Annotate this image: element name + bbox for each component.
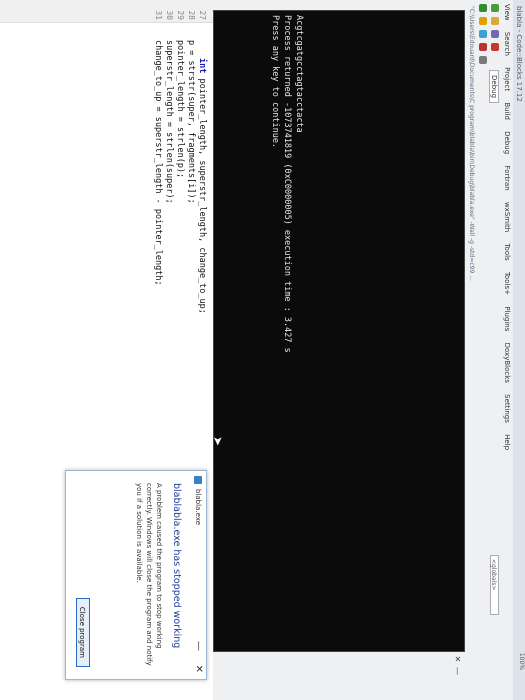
dialog-minimize-icon[interactable]: — (191, 641, 205, 651)
globals-select[interactable]: <globals> (490, 555, 499, 615)
console-window[interactable]: Acgtcgatgcctagtacctacta Process returned… (213, 10, 465, 675)
abort-icon[interactable] (479, 43, 487, 51)
menu-tools[interactable]: Tools (503, 243, 511, 260)
menu-wxsmith[interactable]: wxSmith (503, 202, 511, 232)
build-target-select[interactable]: Debug (489, 70, 499, 104)
code-line: int pointer_length, superstr_length, cha… (197, 58, 207, 314)
new-file-icon[interactable] (491, 4, 499, 12)
menu-build[interactable]: Build (503, 102, 511, 120)
console-process-returned: Process returned -1073741819 (0xC0000005… (282, 15, 292, 353)
debug-icon[interactable] (479, 56, 487, 64)
menu-tools-plus[interactable]: Tools+ (503, 272, 511, 295)
save-icon[interactable] (491, 30, 499, 38)
menu-fortran[interactable]: Fortran (503, 165, 511, 190)
menu-search[interactable]: Search (503, 32, 511, 56)
code-text: pointer_length = strlen(p); (175, 40, 185, 179)
menu-doxyblocks[interactable]: DoxyBlocks (503, 343, 511, 383)
app-icon (194, 476, 202, 484)
menu-view[interactable]: View (503, 4, 511, 21)
code-text: change_to_up = superstr_length - pointer… (153, 40, 163, 286)
menu-project[interactable]: Project (503, 67, 511, 91)
dialog-heading: blablabla.exe has stopped working (171, 483, 182, 649)
debug-toolbar (477, 0, 489, 700)
dialog-title: blabla.exe (194, 489, 202, 525)
code-line: change_to_up = superstr_length - pointer… (153, 40, 163, 286)
line-number-gutter: 27 28 29 30 31 (0, 0, 213, 23)
code-text: superstr_length = strlen(super); (164, 40, 174, 204)
line-number: 27 (198, 10, 207, 20)
dialog-message: A problem caused the program to stop wor… (135, 483, 163, 666)
line-number: 30 (165, 10, 174, 20)
mouse-cursor-icon: ➤ (211, 436, 225, 447)
dialog-close-icon[interactable]: ✕ (191, 665, 205, 673)
screen: blabla - Code::Blocks 17.12 View Search … (0, 0, 525, 700)
build-icon[interactable] (479, 17, 487, 25)
open-folder-icon[interactable] (491, 17, 499, 25)
build-run-icon[interactable] (479, 30, 487, 38)
code-line: pointer_length = strlen(p); (175, 40, 185, 178)
menu-debug[interactable]: Debug (503, 131, 511, 154)
console-press-key: Press any key to continue. (270, 15, 280, 149)
console-close-icon[interactable]: ✕ (452, 653, 462, 665)
line-number: 31 (154, 10, 163, 20)
error-dialog: blabla.exe — ✕ blablabla.exe has stopped… (65, 470, 207, 680)
menu-plugins[interactable]: Plugins (503, 306, 511, 331)
code-keyword: int (197, 58, 207, 74)
menu-bar: View Search Project Build Debug Fortran … (501, 0, 513, 700)
zoom-select[interactable]: 100% (518, 653, 525, 670)
console-output-line: Acgtcgatgcctagtacctacta (294, 15, 304, 133)
code-text: p = strstr(super, fragments[i]); (186, 40, 196, 204)
code-text: pointer_length, superstr_length, change_… (197, 73, 207, 314)
window-title: blabla - Code::Blocks 17.12 (513, 0, 525, 700)
run-icon[interactable] (479, 4, 487, 12)
menu-help[interactable]: Help (503, 434, 511, 450)
line-number: 28 (187, 10, 196, 20)
code-line: superstr_length = strlen(super); (164, 40, 174, 204)
console-minimize-icon[interactable]: — (452, 667, 462, 677)
code-line: p = strstr(super, fragments[i]); (186, 40, 196, 204)
command-path: "C:\Users\Edouard\Documents\C program\bl… (468, 6, 475, 281)
line-number: 29 (176, 10, 185, 20)
close-program-button[interactable]: Close program (76, 597, 90, 667)
menu-settings[interactable]: Settings (503, 394, 511, 423)
cut-icon[interactable] (491, 43, 499, 51)
